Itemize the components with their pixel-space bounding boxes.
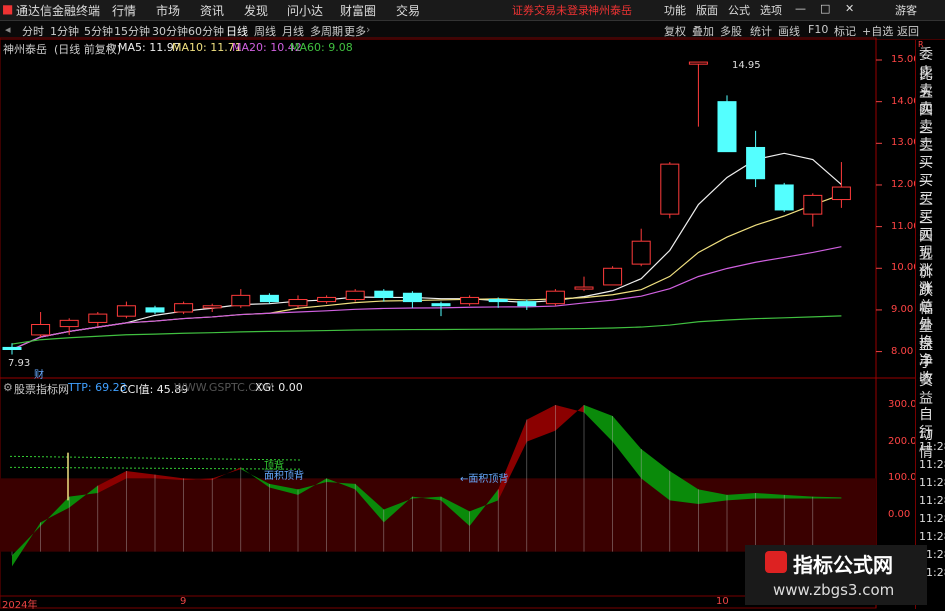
candle-body xyxy=(688,61,708,65)
candle-body xyxy=(603,267,623,286)
quote-panel-item[interactable]: 11:28 xyxy=(919,512,945,525)
candle-body xyxy=(202,305,222,309)
candle-body xyxy=(574,286,594,290)
quote-panel-item[interactable]: 11:28 xyxy=(919,440,945,453)
indicator-tick: 200.0 xyxy=(888,435,917,447)
indicator-area xyxy=(526,405,556,442)
indicator-area xyxy=(669,471,699,504)
xaxis-month-9: 9 xyxy=(180,596,187,607)
candle-body xyxy=(631,240,651,265)
candle-body xyxy=(317,296,337,303)
candle-body xyxy=(488,299,508,303)
quote-panel-item[interactable]: 11:28 xyxy=(919,476,945,489)
indicator-gear-icon[interactable]: ⚙ xyxy=(3,381,13,394)
candle-body xyxy=(803,194,823,215)
candle-body xyxy=(2,346,22,351)
watermark-url: www.zbgs3.com xyxy=(773,581,895,599)
indicator-dashed-line xyxy=(9,455,301,461)
candle-body xyxy=(259,294,279,303)
indicator-area xyxy=(584,405,613,442)
divergence-label-area: 面积顶背 xyxy=(264,471,304,482)
indicator-tick: 300.0 xyxy=(888,399,917,410)
quote-panel-item[interactable]: 11:28 xyxy=(919,530,945,543)
panel-tag: R xyxy=(918,40,924,49)
candle-body xyxy=(345,290,365,301)
cai-marker[interactable]: 财 xyxy=(34,366,44,381)
candle-body xyxy=(374,290,394,298)
watermark-logo-icon xyxy=(765,551,787,573)
candlestick-chart[interactable] xyxy=(0,0,915,609)
candle-body xyxy=(431,303,451,307)
candle-body xyxy=(31,324,51,336)
candle-body xyxy=(717,101,737,153)
site-watermark: 指标公式网 www.zbgs3.com xyxy=(745,545,927,605)
candle-body xyxy=(402,292,422,303)
indicator-area xyxy=(555,405,584,431)
candle-body xyxy=(174,303,194,313)
candle-body xyxy=(517,301,537,307)
candle-body xyxy=(88,313,108,323)
indicator-area xyxy=(212,467,241,481)
indicator-area xyxy=(126,471,155,479)
candle-body xyxy=(660,163,680,215)
indicator-header: ⚙ 股票指标网 TTP: 69.23 CCI值: 45.89 WWW.GSPTC… xyxy=(0,380,880,396)
indicator-area xyxy=(612,416,642,479)
indicator-name[interactable]: 股票指标网 xyxy=(14,381,69,397)
watermark-title: 指标公式网 xyxy=(793,553,893,577)
candle-body xyxy=(545,290,565,305)
indicator-dashed-line-2 xyxy=(9,466,301,470)
candle-body xyxy=(288,299,308,307)
candle-body xyxy=(746,146,766,180)
quote-panel-item[interactable]: 收益 xyxy=(919,368,945,408)
xaxis-month-10: 10 xyxy=(716,596,729,607)
candle-body xyxy=(774,184,794,211)
indicator-band xyxy=(0,478,876,552)
ttp-value: TTP: 69.23 xyxy=(68,381,127,394)
candle-body xyxy=(116,305,136,317)
candle-body xyxy=(831,186,851,201)
high-price-label: 14.95 xyxy=(732,60,761,71)
xg-value: XG: 0.00 xyxy=(255,381,303,394)
low-price-label: 7.93 xyxy=(8,358,31,369)
candle-body xyxy=(231,294,251,307)
divergence-label-area-2: ←面积顶背 xyxy=(460,474,509,485)
price-tick: 8.00 xyxy=(891,345,914,357)
indicator-tick: 100.0 xyxy=(888,472,917,484)
candle-body xyxy=(145,307,165,313)
candle-body xyxy=(460,296,480,305)
quote-panel: 委比 卖五 卖四 卖三 卖二 卖一 买一 买二 买三 买四 买五 现价 涨跌 涨幅 总量 外盘 换手 净资 收益 自动… xyxy=(915,40,945,609)
indicator-tick: 0.00 xyxy=(888,509,911,520)
quote-panel-item[interactable]: 11:28 xyxy=(919,458,945,471)
quote-panel-item[interactable]: 11:28 xyxy=(919,494,945,507)
ma10-line xyxy=(11,193,842,351)
candle-body xyxy=(59,319,79,328)
price-tick: 9.00 xyxy=(891,303,914,315)
